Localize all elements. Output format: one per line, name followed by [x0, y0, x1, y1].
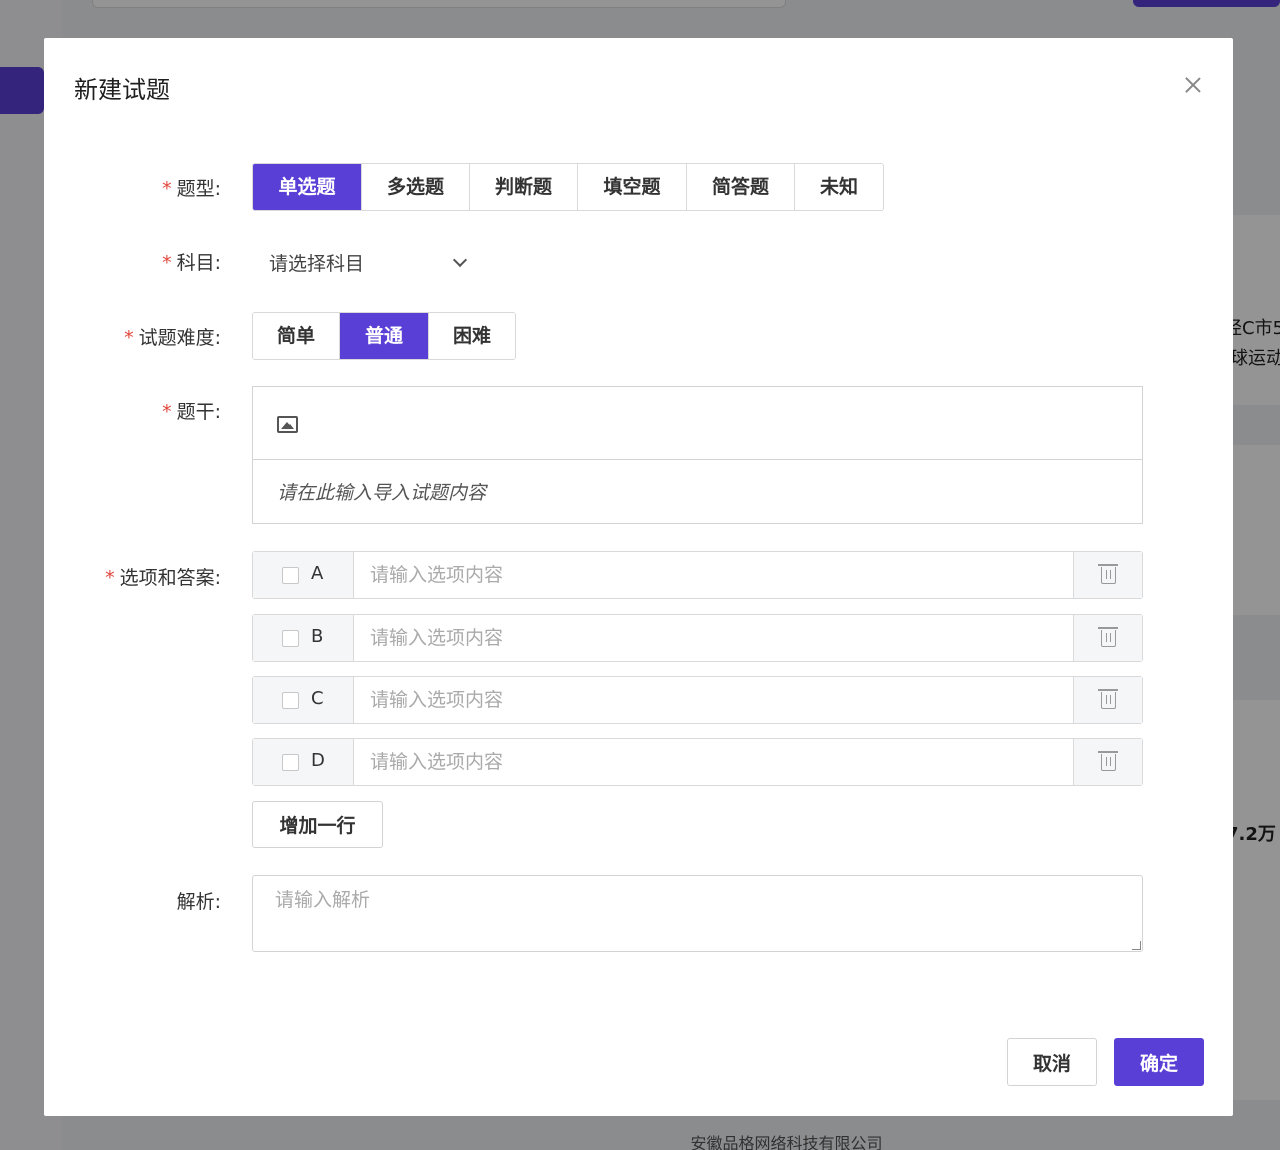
type-label: * 题型: — [162, 178, 221, 200]
subject-select[interactable]: 请选择科目 — [252, 243, 477, 281]
option-input[interactable] — [354, 677, 1073, 723]
type-true-false[interactable]: 判断题 — [470, 164, 578, 210]
analysis-label: 解析: — [176, 891, 221, 913]
option-letter: B — [311, 626, 324, 647]
required-mark: * — [162, 401, 172, 423]
cancel-button[interactable]: 取消 — [1007, 1038, 1097, 1086]
option-letter: D — [311, 750, 325, 771]
type-unknown[interactable]: 未知 — [795, 164, 883, 210]
trash-icon — [1098, 564, 1118, 584]
type-fill-blank[interactable]: 填空题 — [578, 164, 687, 210]
trash-icon — [1098, 689, 1118, 709]
type-single-choice[interactable]: 单选题 — [253, 164, 362, 210]
answer-checkbox[interactable] — [282, 567, 299, 584]
chevron-down-icon — [452, 252, 468, 268]
answer-checkbox[interactable] — [282, 630, 299, 647]
option-prefix: D — [253, 739, 354, 785]
option-prefix: C — [253, 677, 354, 723]
type-multiple-choice[interactable]: 多选题 — [362, 164, 470, 210]
resize-handle-icon[interactable] — [1132, 941, 1141, 950]
difficulty-label: * 试题难度: — [124, 327, 221, 349]
editor-toolbar — [253, 387, 1142, 460]
new-question-modal: 新建试题 * 题型: 单选题 多选题 判断题 填空题 简答题 未知 * 科目: 请选… — [44, 38, 1233, 1116]
option-row-d: D — [252, 738, 1143, 786]
subject-label: * 科目: — [162, 252, 221, 274]
image-icon[interactable] — [277, 416, 298, 433]
answer-checkbox[interactable] — [282, 754, 299, 771]
option-input[interactable] — [354, 739, 1073, 785]
delete-option-button[interactable] — [1073, 552, 1142, 598]
subject-select-placeholder: 请选择科目 — [269, 253, 365, 275]
stem-label: * 题干: — [162, 401, 221, 423]
difficulty-normal[interactable]: 普通 — [340, 313, 429, 359]
delete-option-button[interactable] — [1073, 677, 1142, 723]
add-row-button[interactable]: 增加一行 — [252, 801, 383, 848]
answer-checkbox[interactable] — [282, 692, 299, 709]
modal-title: 新建试题 — [74, 76, 170, 104]
required-mark: * — [162, 252, 172, 274]
option-input[interactable] — [354, 615, 1073, 661]
option-prefix: A — [253, 552, 354, 598]
difficulty-easy[interactable]: 简单 — [253, 313, 340, 359]
option-row-c: C — [252, 676, 1143, 724]
difficulty-group: 简单 普通 困难 — [252, 312, 516, 360]
type-short-answer[interactable]: 简答题 — [687, 164, 795, 210]
trash-icon — [1098, 627, 1118, 647]
question-type-group: 单选题 多选题 判断题 填空题 简答题 未知 — [252, 163, 884, 211]
delete-option-button[interactable] — [1073, 615, 1142, 661]
stem-editor-content[interactable]: 请在此输入导入试题内容 — [277, 478, 486, 505]
option-letter: C — [311, 688, 324, 709]
option-input[interactable] — [354, 552, 1073, 598]
delete-option-button[interactable] — [1073, 739, 1142, 785]
required-mark: * — [105, 567, 115, 589]
trash-icon — [1098, 751, 1118, 771]
option-letter: A — [311, 563, 324, 584]
stem-editor: 请在此输入导入试题内容 — [252, 386, 1143, 524]
option-row-b: B — [252, 614, 1143, 662]
difficulty-hard[interactable]: 困难 — [429, 313, 515, 359]
ok-button[interactable]: 确定 — [1114, 1038, 1204, 1086]
close-icon[interactable] — [1180, 72, 1206, 98]
option-prefix: B — [253, 615, 354, 661]
required-mark: * — [124, 327, 134, 349]
options-label: * 选项和答案: — [105, 567, 221, 589]
option-row-a: A — [252, 551, 1143, 599]
analysis-textarea[interactable] — [252, 875, 1143, 952]
required-mark: * — [162, 178, 172, 200]
